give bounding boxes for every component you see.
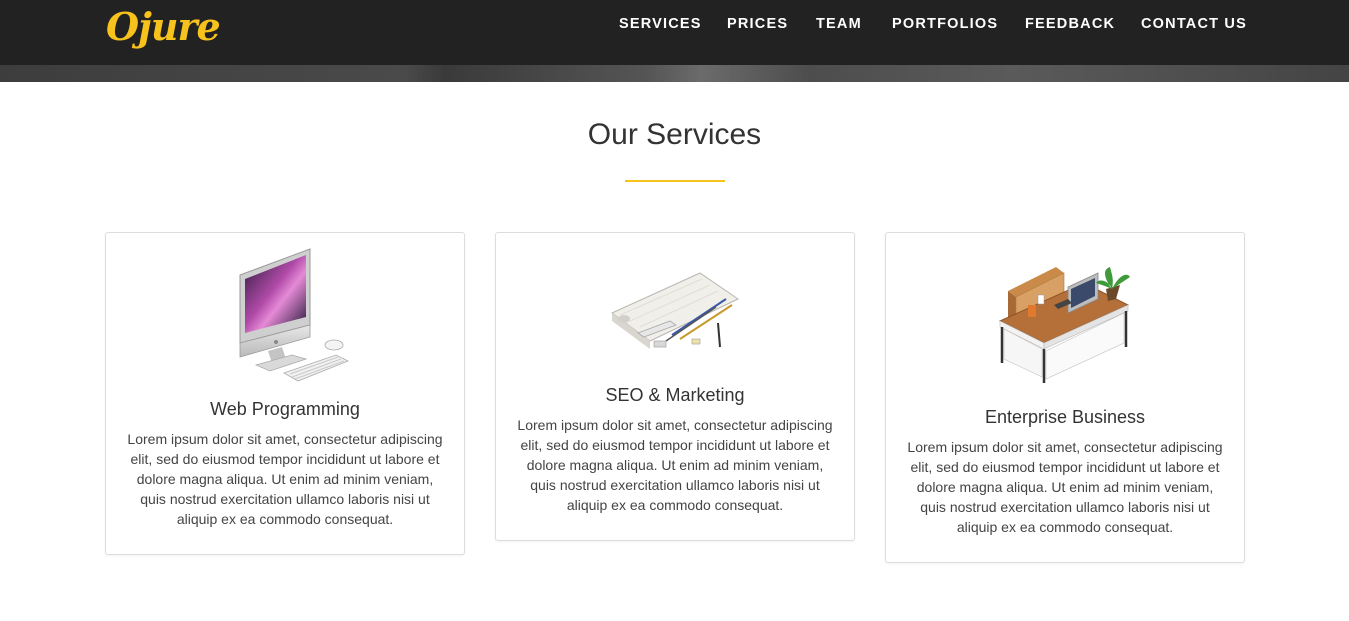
nav-link-team[interactable]: TEAM: [816, 16, 862, 32]
service-card-text: Lorem ipsum dolor sit amet, consectetur …: [517, 417, 833, 513]
blueprint-pencils-icon: [496, 269, 854, 361]
nav-link-prices[interactable]: PRICES: [727, 16, 788, 32]
service-card-title: Web Programming: [210, 399, 360, 419]
service-card-text: Lorem ipsum dolor sit amet, consectetur …: [127, 431, 443, 527]
service-card-text: Lorem ipsum dolor sit amet, consectetur …: [907, 439, 1223, 535]
service-card-enterprise-business: Enterprise Business Lorem ipsum dolor si…: [885, 232, 1245, 563]
service-card-seo-marketing: SEO & Marketing Lorem ipsum dolor sit am…: [495, 232, 855, 541]
section-title: Our Services: [587, 118, 762, 151]
title-underline: [625, 180, 725, 182]
office-desk-icon: [886, 265, 1244, 385]
service-card-title: Enterprise Business: [984, 407, 1146, 427]
nav-link-feedback[interactable]: FEEDBACK: [1025, 16, 1115, 32]
main-nav: SERVICES PRICES TEAM PORTFOLIOS FEEDBACK…: [0, 0, 1349, 50]
hero-background-strip: [0, 65, 1349, 82]
top-navbar: Ojure SERVICES PRICES TEAM PORTFOLIOS FE…: [0, 0, 1349, 65]
service-card-title: SEO & Marketing: [605, 385, 745, 405]
service-card-web-programming: Web Programming Lorem ipsum dolor sit am…: [105, 232, 465, 555]
imac-computer-icon: [106, 247, 464, 389]
nav-link-services[interactable]: SERVICES: [619, 16, 702, 32]
nav-link-contact-us[interactable]: CONTACT US: [1141, 16, 1247, 32]
nav-link-portfolios[interactable]: PORTFOLIOS: [892, 16, 998, 32]
